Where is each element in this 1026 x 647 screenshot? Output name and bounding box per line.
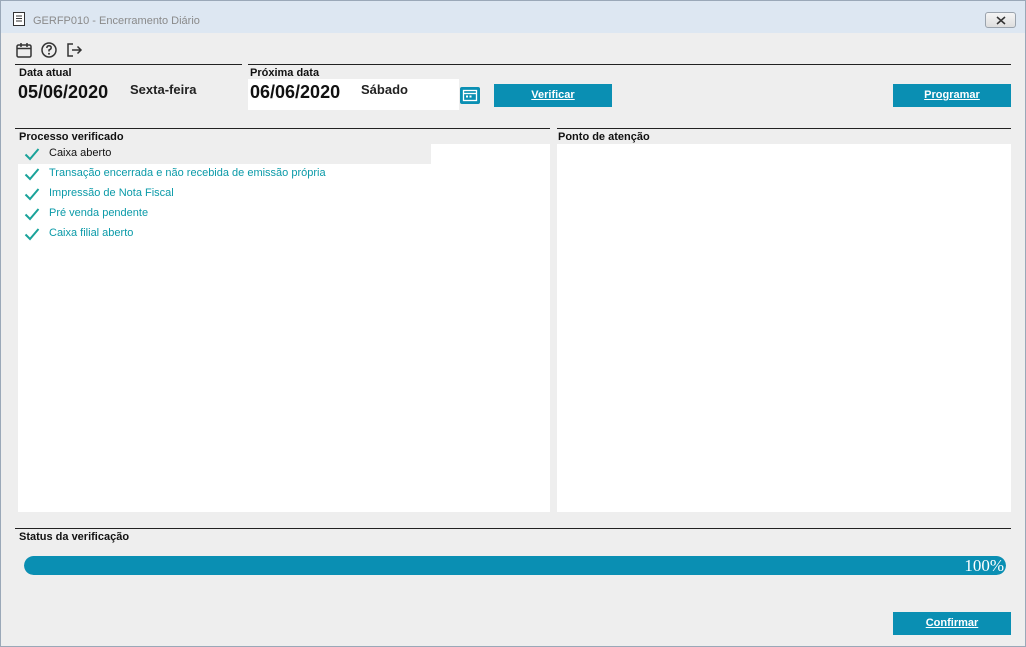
list-item[interactable]: Caixa filial aberto <box>18 224 431 244</box>
list-item-label: Caixa aberto <box>49 147 112 159</box>
list-item[interactable]: Transação encerrada e não recebida de em… <box>18 164 431 184</box>
check-icon <box>24 188 40 201</box>
list-item[interactable]: Pré venda pendente <box>18 204 431 224</box>
calendar-picker-icon[interactable] <box>460 87 480 104</box>
next-weekday: Sábado <box>361 82 408 97</box>
close-icon <box>996 16 1006 25</box>
window-title: GERFP010 - Encerramento Diário <box>33 15 200 27</box>
check-icon <box>24 208 40 221</box>
document-icon <box>13 12 25 26</box>
process-list: Caixa aberto Transação encerrada e não r… <box>18 144 550 512</box>
process-header: Processo verificado <box>19 131 124 143</box>
attention-panel <box>557 144 1011 512</box>
check-icon <box>24 168 40 181</box>
progress-label: 100% <box>964 556 1004 575</box>
title-bar: GERFP010 - Encerramento Diário <box>1 1 1025 33</box>
next-date-value: 06/06/2020 <box>250 82 341 102</box>
divider <box>248 64 1011 65</box>
list-item-label: Caixa filial aberto <box>49 227 134 239</box>
divider <box>557 128 1011 129</box>
exit-icon[interactable] <box>65 41 83 59</box>
current-date-value: 05/06/2020 <box>18 82 109 102</box>
verify-button[interactable]: Verificar <box>494 84 612 107</box>
schedule-button[interactable]: Programar <box>893 84 1011 107</box>
check-icon <box>24 148 40 161</box>
divider <box>15 528 1011 529</box>
window: GERFP010 - Encerramento Diário Data atua… <box>0 0 1026 647</box>
calendar-icon[interactable] <box>15 41 33 59</box>
help-icon[interactable] <box>40 41 58 59</box>
progress-bar: 100% <box>24 556 1006 575</box>
attention-header: Ponto de atenção <box>558 131 650 143</box>
list-item-label: Impressão de Nota Fiscal <box>49 187 174 199</box>
close-button[interactable] <box>985 12 1016 28</box>
current-weekday: Sexta-feira <box>130 82 197 97</box>
progress-fill <box>24 556 1006 575</box>
divider <box>15 128 550 129</box>
check-icon <box>24 228 40 241</box>
list-item-label: Transação encerrada e não recebida de em… <box>49 167 326 179</box>
current-date-label: Data atual <box>19 67 72 79</box>
status-header: Status da verificação <box>19 531 130 543</box>
list-item[interactable]: Caixa aberto <box>18 144 431 164</box>
divider <box>15 64 242 65</box>
next-date-label: Próxima data <box>250 67 320 79</box>
confirm-button[interactable]: Confirmar <box>893 612 1011 635</box>
list-item[interactable]: Impressão de Nota Fiscal <box>18 184 431 204</box>
list-item-label: Pré venda pendente <box>49 207 149 219</box>
